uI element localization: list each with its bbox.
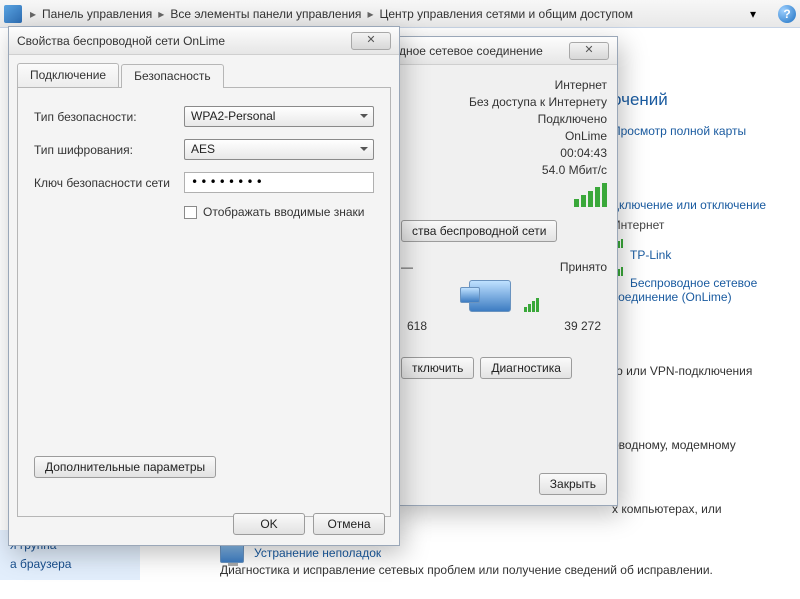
network-item[interactable]: TP-Link (612, 234, 782, 262)
status-row: Без доступа к Интернету (401, 95, 607, 109)
connect-disconnect-link[interactable]: дключение или отключение (612, 198, 782, 212)
status-row: Интернет (401, 78, 607, 92)
status-row: 00:04:43 (401, 146, 607, 160)
network-item[interactable]: Беспроводное сетевое соединение (OnLime) (612, 262, 782, 304)
chevron-right-icon: ▸ (28, 7, 38, 21)
chevron-right-icon: ▸ (365, 7, 375, 21)
computers-text: х компьютерах, или (612, 502, 782, 516)
diagnostics-text: Диагностика и исправление сетевых пробле… (220, 563, 713, 577)
bytes-received: 39 272 (564, 319, 601, 333)
chevron-down-icon[interactable]: ▾ (750, 7, 764, 21)
breadcrumb-item[interactable]: Центр управления сетями и общим доступом (375, 7, 637, 21)
tab-connection[interactable]: Подключение (17, 63, 119, 87)
computers-icon (469, 280, 511, 312)
security-type-select[interactable]: WPA2-Personal (184, 106, 374, 127)
chevron-right-icon: ▸ (156, 7, 166, 21)
control-panel-icon (4, 5, 22, 23)
breadcrumb-item[interactable]: Панель управления (38, 7, 156, 21)
sidebar-item[interactable]: а браузера (10, 555, 130, 574)
internet-label: Интернет (612, 218, 782, 232)
status-row: OnLime (401, 129, 607, 143)
disconnect-button[interactable]: тключить (401, 357, 474, 379)
show-characters-checkbox[interactable] (184, 206, 197, 219)
encryption-type-label: Тип шифрования: (34, 143, 184, 157)
advanced-settings-button[interactable]: Дополнительные параметры (34, 456, 216, 478)
connection-status-dialog: дное сетевое соединение ✕ Интернет Без д… (390, 36, 618, 506)
encryption-type-select[interactable]: AES (184, 139, 374, 160)
view-full-map-link[interactable]: Просмотр полной карты (612, 124, 782, 138)
page-title: очений (612, 90, 782, 110)
bytes-sent: 618 (407, 319, 427, 333)
close-button[interactable]: Закрыть (539, 473, 607, 495)
sent-label: — (401, 260, 413, 274)
cancel-button[interactable]: Отмена (313, 513, 385, 535)
wireless-properties-dialog: Свойства беспроводной сети OnLime ✕ Подк… (8, 26, 400, 546)
breadcrumb: ▸ Панель управления ▸ Все элементы панел… (0, 0, 800, 28)
signal-bars-icon (401, 183, 607, 210)
tab-security[interactable]: Безопасность (121, 64, 224, 88)
vpn-text: го или VPN-подключения (612, 364, 782, 378)
security-tab-panel: Тип безопасности: WPA2-Personal Тип шифр… (17, 87, 391, 517)
status-row: Подключено (401, 112, 607, 126)
modem-text: оводному, модемному (612, 438, 782, 452)
status-row: 54.0 Мбит/с (401, 163, 607, 177)
network-key-input[interactable]: •••••••• (184, 172, 374, 193)
close-button[interactable]: ✕ (569, 42, 609, 60)
network-key-label: Ключ безопасности сети (34, 176, 184, 190)
security-type-label: Тип безопасности: (34, 110, 184, 124)
help-icon[interactable]: ? (778, 5, 796, 23)
diagnose-button[interactable]: Диагностика (480, 357, 572, 379)
close-button[interactable]: ✕ (351, 32, 391, 50)
breadcrumb-item[interactable]: Все элементы панели управления (166, 7, 365, 21)
wireless-properties-button[interactable]: ства беспроводной сети (401, 220, 557, 242)
signal-bars-icon (523, 298, 539, 315)
dialog-title: дное сетевое соединение (399, 44, 569, 58)
dialog-title: Свойства беспроводной сети OnLime (17, 34, 351, 48)
ok-button[interactable]: OK (233, 513, 305, 535)
troubleshoot-icon (220, 543, 244, 563)
show-characters-label: Отображать вводимые знаки (203, 205, 364, 219)
troubleshoot-link[interactable]: Устранение неполадок (254, 546, 381, 560)
received-label: Принято (560, 260, 607, 274)
